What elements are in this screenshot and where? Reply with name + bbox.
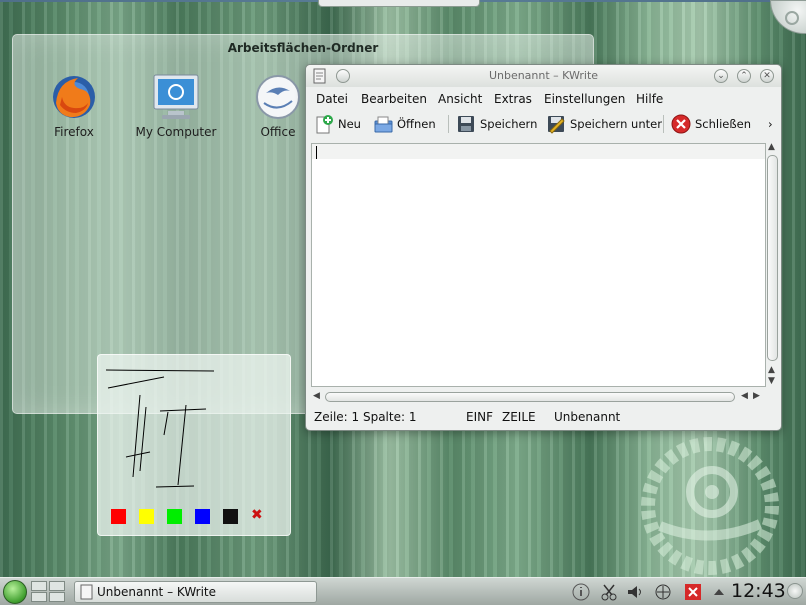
toolbar-overflow-button[interactable]: › — [768, 113, 773, 135]
selection-mode[interactable]: ZEILE — [502, 410, 536, 424]
color-swatch-red[interactable] — [111, 509, 126, 524]
scroll-left-arrow-icon-right[interactable]: ◀ — [741, 391, 748, 401]
color-swatch-yellow[interactable] — [139, 509, 154, 524]
horizontal-scrollbar[interactable]: ◀ ◀ ▶ — [311, 390, 766, 404]
task-kwrite-button[interactable]: Unbenannt – KWrite — [74, 581, 317, 603]
text-editor-area[interactable] — [311, 143, 766, 387]
save-as-button[interactable]: Speichern unter — [546, 113, 662, 135]
window-titlebar[interactable]: Unbenannt – KWrite ⌄ ⌃ ✕ — [306, 65, 781, 87]
close-window-button[interactable]: ✕ — [760, 69, 774, 83]
scroll-up-arrow-icon-lower[interactable]: ▲ — [768, 365, 775, 375]
current-line-highlight — [312, 144, 765, 159]
text-cursor — [316, 146, 317, 159]
save-label: Speichern — [480, 117, 538, 131]
taskbar-panel: Unbenannt – KWrite 12:43 — [0, 577, 806, 605]
dashboard-tab[interactable] — [318, 0, 480, 7]
scroll-down-arrow-icon[interactable]: ▼ — [768, 376, 775, 386]
clock[interactable]: 12:43 — [731, 580, 786, 602]
menu-ansicht[interactable]: Ansicht — [438, 92, 482, 106]
firefox-icon — [50, 73, 98, 121]
menu-bearbeiten[interactable]: Bearbeiten — [361, 92, 427, 106]
save-disk-icon — [458, 116, 474, 132]
insert-mode[interactable]: EINF — [466, 410, 493, 424]
volume-icon[interactable] — [626, 583, 644, 601]
open-button[interactable]: Öffnen — [373, 113, 436, 135]
window-title: Unbenannt – KWrite — [488, 69, 599, 82]
color-swatch-black[interactable] — [223, 509, 238, 524]
open-label: Öffnen — [397, 117, 436, 131]
close-label: Schließen — [695, 117, 751, 131]
firefox-label: Firefox — [54, 125, 94, 139]
close-red-icon[interactable] — [684, 583, 702, 601]
main-toolbar: Neu Öffnen Speichern Speichern unter Sch… — [306, 111, 781, 137]
new-document-icon — [316, 115, 333, 134]
close-document-button[interactable]: Schließen — [671, 113, 751, 135]
save-as-icon — [548, 116, 565, 134]
folder-title: Arbeitsflächen-Ordner — [227, 41, 379, 55]
firefox-launcher[interactable]: Firefox — [29, 73, 119, 139]
color-swatch-blue[interactable] — [195, 509, 210, 524]
save-as-label: Speichern unter — [570, 117, 662, 131]
task-label: Unbenannt – KWrite — [97, 585, 217, 599]
scribble-widget[interactable]: ✖ — [97, 354, 291, 536]
kwrite-window[interactable]: Unbenannt – KWrite ⌄ ⌃ ✕ Datei Bearbeite… — [305, 64, 782, 431]
office-icon — [254, 73, 302, 121]
panel-toolbox-icon[interactable] — [787, 583, 803, 599]
network-icon[interactable] — [654, 583, 672, 601]
cursor-position: Zeile: 1 Spalte: 1 — [314, 410, 417, 424]
status-bar: Zeile: 1 Spalte: 1 EINF ZEILE Unbenannt — [306, 408, 781, 428]
application-launcher-icon[interactable] — [3, 580, 27, 604]
computer-icon — [152, 73, 200, 121]
document-name: Unbenannt — [554, 410, 621, 424]
scribble-canvas[interactable] — [98, 355, 290, 495]
scroll-up-arrow-icon[interactable]: ▲ — [768, 142, 775, 152]
desktop-pager[interactable] — [31, 581, 67, 603]
new-label: Neu — [338, 117, 361, 131]
close-red-circle-icon — [671, 114, 691, 134]
more-chevron-icon: › — [768, 117, 773, 131]
arrow-up-icon[interactable] — [710, 583, 728, 601]
minimize-button[interactable]: ⌄ — [714, 69, 728, 83]
vertical-scrollbar[interactable]: ▲ ▲ ▼ — [766, 142, 779, 389]
scroll-left-arrow-icon[interactable]: ◀ — [313, 391, 320, 401]
toolbar-separator — [663, 115, 664, 133]
maximize-button[interactable]: ⌃ — [737, 69, 751, 83]
new-button[interactable]: Neu — [314, 113, 361, 135]
scroll-right-arrow-icon[interactable]: ▶ — [753, 391, 760, 401]
clear-scribble-icon[interactable]: ✖ — [251, 507, 263, 523]
info-icon[interactable] — [572, 583, 590, 601]
save-button[interactable]: Speichern — [456, 113, 537, 135]
kwrite-task-icon — [80, 584, 93, 600]
horizontal-scroll-thumb[interactable] — [325, 392, 735, 402]
menu-einstellungen[interactable]: Einstellungen — [544, 92, 625, 106]
my-computer-launcher[interactable]: My Computer — [131, 73, 221, 139]
open-folder-icon — [374, 116, 393, 133]
menu-datei[interactable]: Datei — [316, 92, 348, 106]
menu-hilfe[interactable]: Hilfe — [636, 92, 663, 106]
menubar: Datei Bearbeiten Ansicht Extras Einstell… — [306, 89, 781, 109]
opensuse-logo-icon — [641, 437, 779, 575]
my-computer-label: My Computer — [135, 125, 217, 139]
vertical-scroll-thumb[interactable] — [767, 155, 778, 361]
scissors-icon[interactable] — [600, 583, 618, 601]
toolbar-separator — [448, 115, 449, 133]
menu-extras[interactable]: Extras — [494, 92, 532, 106]
color-swatch-green[interactable] — [167, 509, 182, 524]
